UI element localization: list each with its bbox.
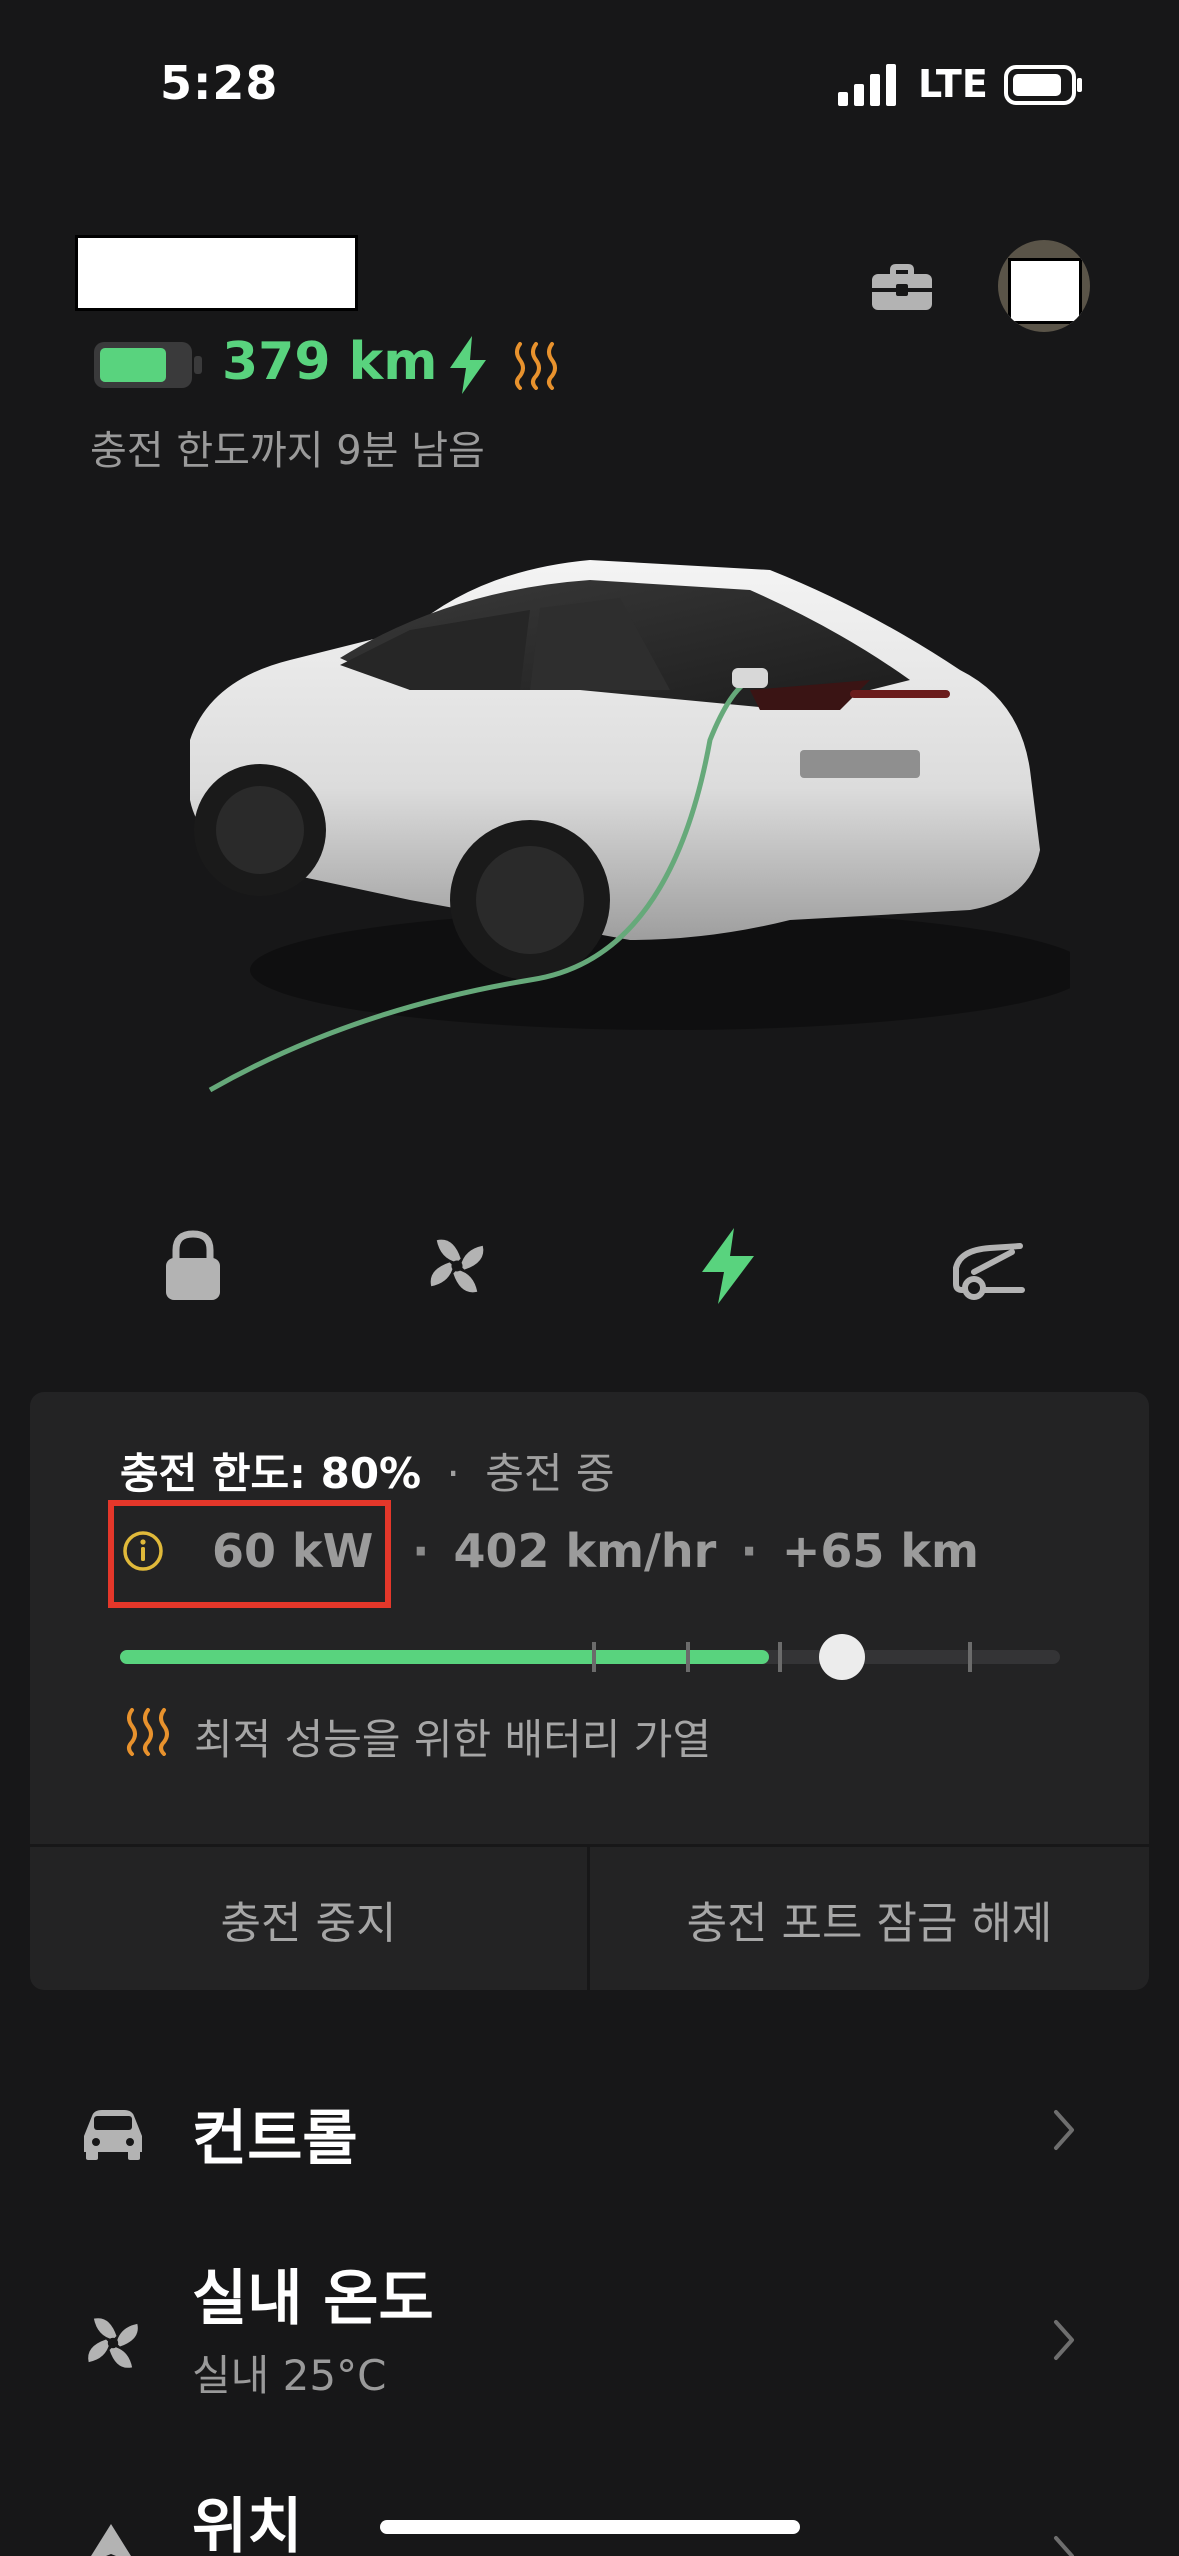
chevron-right-icon (1054, 2536, 1074, 2556)
phone-battery-icon (1004, 65, 1082, 105)
progress-tick (778, 1642, 782, 1672)
charge-time-remaining: 충전 한도까지 9분 남음 (90, 428, 485, 474)
unlock-charge-port-button[interactable]: 충전 포트 잠금 해제 (590, 1846, 1149, 1992)
avatar-redaction (1008, 258, 1082, 324)
cellular-signal-icon (838, 64, 896, 106)
charging-state: 충전 중 (485, 1449, 615, 1498)
charge-bolt-icon[interactable] (692, 1228, 762, 1304)
menu-location-title: 위치 (192, 2492, 303, 2556)
range-added: +65 km (781, 1524, 979, 1578)
progress-tick (968, 1642, 972, 1672)
progress-tick (686, 1642, 690, 1672)
separator: · (740, 1524, 758, 1578)
chevron-right-icon (1054, 2320, 1074, 2360)
car-image (190, 560, 1070, 1093)
highlight-annotation-box (108, 1500, 391, 1608)
stop-charging-button[interactable]: 충전 중지 (30, 1846, 587, 1992)
battery-heating-icon (515, 342, 557, 390)
separator: · (446, 1449, 460, 1498)
progress-tick (592, 1642, 596, 1672)
menu-climate-subtitle: 실내 25°C (192, 2351, 387, 2400)
menu-item-climate[interactable]: 실내 온도 실내 25°C (0, 2230, 1179, 2450)
fan-icon (88, 2318, 138, 2368)
network-type: LTE (918, 62, 988, 106)
menu-controls-title: 컨트롤 (192, 2104, 358, 2174)
vehicle-name-redacted (75, 235, 358, 311)
battery-warming-text: 최적 성능을 위한 배터리 가열 (194, 1715, 712, 1764)
toolbox-icon[interactable] (870, 260, 934, 312)
menu-item-location[interactable]: 위치 (0, 2460, 1179, 2556)
lock-icon[interactable] (158, 1228, 228, 1304)
charging-rate: 402 km/hr (453, 1524, 717, 1578)
battery-heating-icon (127, 1708, 169, 1756)
menu-climate-title: 실내 온도 (192, 2264, 434, 2334)
chevron-right-icon (1054, 2110, 1074, 2150)
car-icon (84, 2110, 142, 2160)
vehicle-battery-icon (94, 342, 202, 388)
range-text: 379 km (222, 332, 438, 392)
location-arrow-icon (91, 2524, 131, 2556)
charge-limit: 충전 한도: 80% (120, 1449, 422, 1498)
charging-stats: · 402 km/hr · +65 km (404, 1524, 979, 1578)
menu-item-controls[interactable]: 컨트롤 (0, 2070, 1179, 2190)
fan-icon[interactable] (422, 1228, 492, 1304)
charge-status-line: 충전 한도: 80% · 충전 중 (120, 1440, 615, 1501)
profile-avatar[interactable] (998, 240, 1090, 332)
charge-progress-fill (120, 1650, 769, 1664)
home-indicator[interactable] (380, 2520, 800, 2534)
separator: · (412, 1524, 430, 1578)
frunk-icon[interactable] (950, 1228, 1030, 1304)
charge-limit-slider-handle[interactable] (819, 1634, 865, 1680)
charging-bolt-icon (450, 336, 486, 394)
status-time: 5:28 (160, 56, 279, 110)
